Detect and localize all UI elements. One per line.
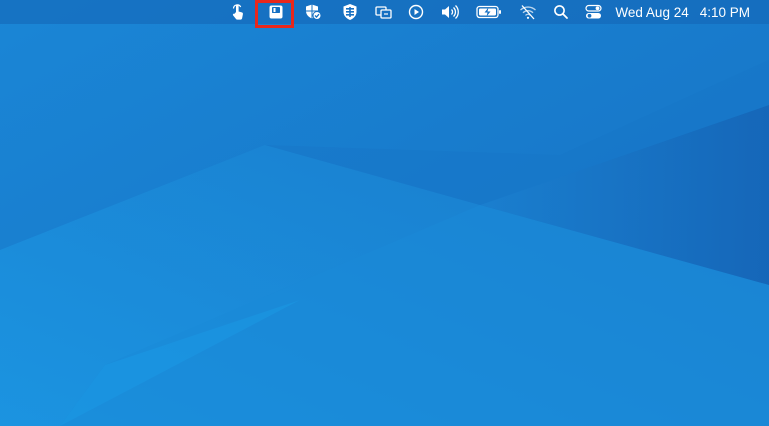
desktop-wallpaper <box>0 0 769 426</box>
shield-check-icon[interactable] <box>303 3 323 21</box>
volume-icon[interactable] <box>440 3 460 21</box>
vpn-shield-icon[interactable] <box>340 3 360 21</box>
touch-gesture-icon[interactable] <box>228 3 248 21</box>
time-label: 4:10 PM <box>699 4 750 20</box>
wifi-off-icon[interactable] <box>518 3 538 21</box>
play-circle-icon[interactable] <box>406 3 426 21</box>
menu-bar-clock[interactable]: Wed Aug 24 4:10 PM <box>615 0 750 24</box>
desktop <box>0 0 769 426</box>
search-icon[interactable] <box>551 3 571 21</box>
window-switch-icon[interactable] <box>374 3 394 21</box>
highlight-box <box>255 0 294 28</box>
battery-charging-icon[interactable] <box>475 3 503 21</box>
control-center-icon[interactable] <box>584 3 604 21</box>
date-label: Wed Aug 24 <box>615 4 689 20</box>
menu-bar: Wed Aug 24 4:10 PM <box>0 0 769 28</box>
